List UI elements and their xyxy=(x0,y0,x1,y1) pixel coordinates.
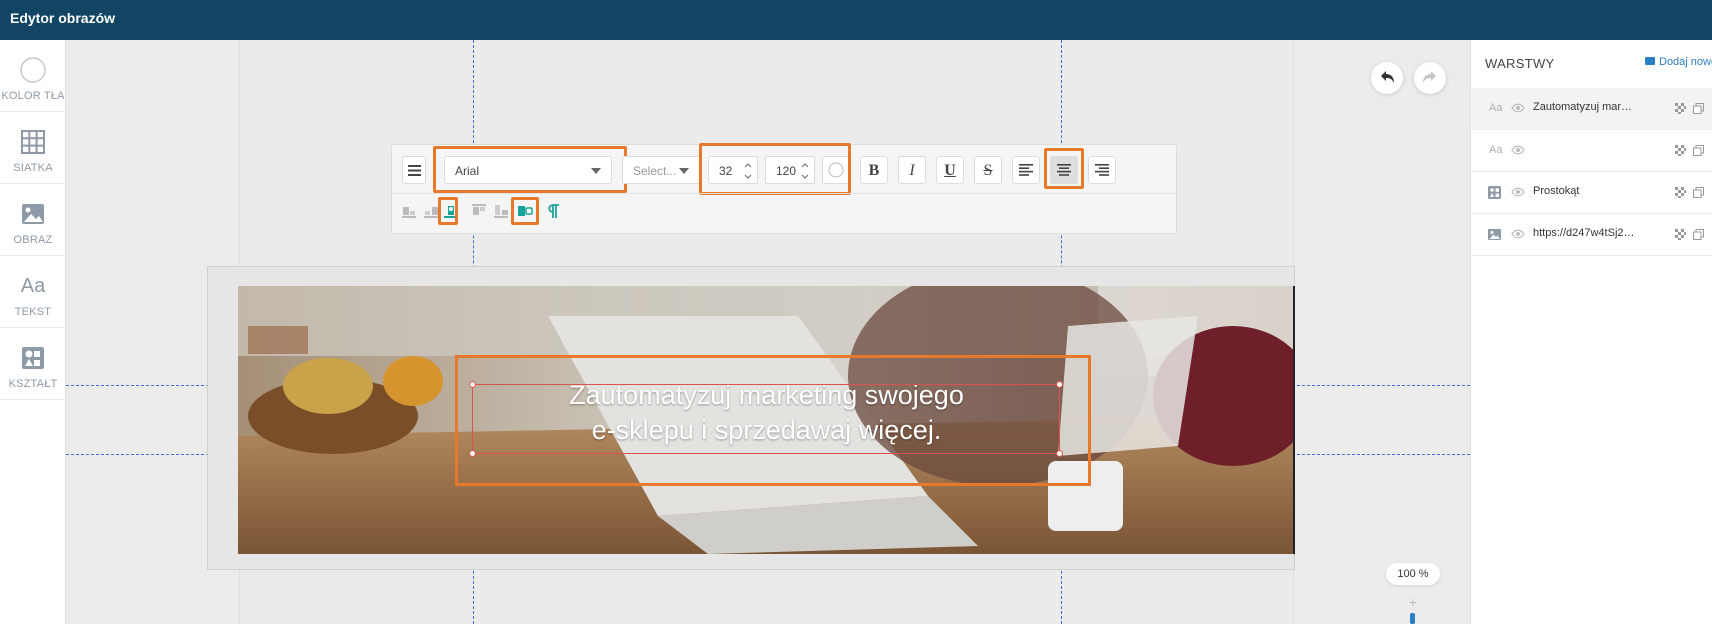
layer-name: Zautomatyzuj marketing swojego e-sklepu xyxy=(1533,101,1637,113)
stepper-icon[interactable] xyxy=(801,160,809,182)
font-family-select[interactable]: Arial xyxy=(444,156,612,184)
color-swatch-icon xyxy=(828,162,844,178)
shape-layer-icon xyxy=(1488,186,1501,199)
italic-icon: I xyxy=(909,162,915,179)
strikethrough-icon: S xyxy=(983,162,993,179)
folder-icon xyxy=(1645,57,1655,65)
layer-row[interactable]: Prostokąt xyxy=(1471,172,1712,214)
zoom-level[interactable]: 100 % xyxy=(1386,563,1440,585)
align-left-button[interactable] xyxy=(1012,156,1040,184)
sidebar-item-label: TEKST xyxy=(14,306,52,318)
text-box-highlight xyxy=(455,355,1091,486)
layer-row[interactable]: Aa Zautomatyzuj marketing swojego e-skle… xyxy=(1471,88,1712,130)
menu-button[interactable] xyxy=(402,156,426,184)
font-weight-select[interactable]: Select... xyxy=(622,156,700,184)
stepper-icon[interactable] xyxy=(744,160,752,182)
eye-icon[interactable] xyxy=(1511,187,1525,197)
bold-button[interactable]: B xyxy=(860,156,888,184)
font-family-value: Arial xyxy=(455,164,480,178)
sidebar-item-label: SIATKA xyxy=(13,162,53,174)
layers-title: WARSTWY xyxy=(1485,56,1555,71)
align-right-icon xyxy=(1095,164,1109,176)
text-color-button[interactable] xyxy=(822,156,850,184)
opacity-icon[interactable] xyxy=(1675,145,1686,156)
font-size-value: 32 xyxy=(719,164,733,178)
align-center-button[interactable] xyxy=(1050,156,1078,184)
font-weight-placeholder: Select... xyxy=(633,164,677,178)
layer-name: Prostokąt xyxy=(1533,185,1580,197)
redo-button[interactable] xyxy=(1414,62,1446,94)
text-toolbar: Arial Select... 32 120 B I U S xyxy=(391,143,1177,234)
paragraph-icon[interactable] xyxy=(544,202,562,220)
text-icon: Aa xyxy=(20,275,46,297)
image-layer-icon xyxy=(1488,229,1501,240)
underline-icon: U xyxy=(944,162,956,179)
canvas-area: Zautomatyzuj marketing swojego e-sklepu … xyxy=(66,40,1470,624)
underline-button[interactable]: U xyxy=(936,156,964,184)
chevron-down-icon xyxy=(679,168,689,174)
sidebar-item-image[interactable]: OBRAZ xyxy=(0,184,66,256)
sidebar-item-shape[interactable]: KSZTAŁT xyxy=(0,328,66,400)
layer-name: https://d247w4tSj237mt.cloudfront.net xyxy=(1533,227,1637,239)
bold-icon: B xyxy=(868,162,880,179)
add-new-label: Dodaj nowe xyxy=(1659,56,1712,68)
opacity-icon[interactable] xyxy=(1675,187,1686,198)
sidebar-item-label: OBRAZ xyxy=(13,234,53,246)
align-top-right-icon[interactable] xyxy=(492,202,510,220)
toolbar-divider xyxy=(392,193,1176,194)
duplicate-icon[interactable] xyxy=(1693,229,1704,240)
sidebar-item-grid[interactable]: SIATKA xyxy=(0,112,66,184)
align-right-button[interactable] xyxy=(1088,156,1116,184)
align-left-icon xyxy=(1019,164,1033,176)
eye-icon[interactable] xyxy=(1511,229,1525,239)
text-layer-icon: Aa xyxy=(1489,102,1503,114)
app-title: Edytor obrazów xyxy=(10,10,116,26)
align-center-icon xyxy=(1057,164,1071,176)
top-bar: Edytor obrazów xyxy=(0,0,1712,40)
left-sidebar: KOLOR TŁA SIATKA OBRAZ Aa TEKST KSZTAŁT xyxy=(0,40,66,624)
layers-panel: WARSTWY Dodaj nowe Aa Zautomatyzuj marke… xyxy=(1470,40,1712,624)
italic-button[interactable]: I xyxy=(898,156,926,184)
layer-row[interactable]: https://d247w4tSj237mt.cloudfront.net xyxy=(1471,214,1712,256)
shape-icon xyxy=(17,342,49,374)
align-top-left-icon[interactable] xyxy=(470,202,488,220)
align-bottom-right-icon[interactable] xyxy=(422,202,440,220)
sidebar-item-background-color[interactable]: KOLOR TŁA xyxy=(0,40,66,112)
zoom-in-button[interactable]: + xyxy=(1406,595,1420,609)
opacity-icon[interactable] xyxy=(1675,103,1686,114)
undo-button[interactable] xyxy=(1371,62,1403,94)
duplicate-icon[interactable] xyxy=(1693,103,1704,114)
align-middle-icon[interactable] xyxy=(516,202,534,220)
duplicate-icon[interactable] xyxy=(1693,145,1704,156)
font-size-input[interactable]: 32 xyxy=(708,156,758,184)
add-new-layer-button[interactable]: Dodaj nowe xyxy=(1645,56,1712,68)
eye-icon[interactable] xyxy=(1511,103,1525,113)
undo-icon xyxy=(1381,71,1394,83)
line-height-input[interactable]: 120 xyxy=(765,156,815,184)
chevron-down-icon xyxy=(591,168,601,174)
strikethrough-button[interactable]: S xyxy=(974,156,1002,184)
sidebar-item-text[interactable]: Aa TEKST xyxy=(0,256,66,328)
redo-icon xyxy=(1423,71,1436,83)
text-layer-icon: Aa xyxy=(1489,144,1503,156)
align-bottom-left-icon[interactable] xyxy=(400,202,418,220)
image-icon xyxy=(17,198,49,230)
zoom-slider[interactable] xyxy=(1410,613,1415,624)
sidebar-item-label: KSZTAŁT xyxy=(8,378,58,390)
sidebar-item-label: KOLOR TŁA xyxy=(1,90,65,102)
circle-icon xyxy=(17,54,49,86)
eye-icon[interactable] xyxy=(1511,145,1525,155)
layer-row[interactable]: Aa xyxy=(1471,130,1712,172)
grid-icon xyxy=(17,126,49,158)
line-height-value: 120 xyxy=(776,164,797,178)
hamburger-icon xyxy=(408,165,421,176)
align-bottom-center-icon[interactable] xyxy=(442,202,460,220)
opacity-icon[interactable] xyxy=(1675,229,1686,240)
duplicate-icon[interactable] xyxy=(1693,187,1704,198)
